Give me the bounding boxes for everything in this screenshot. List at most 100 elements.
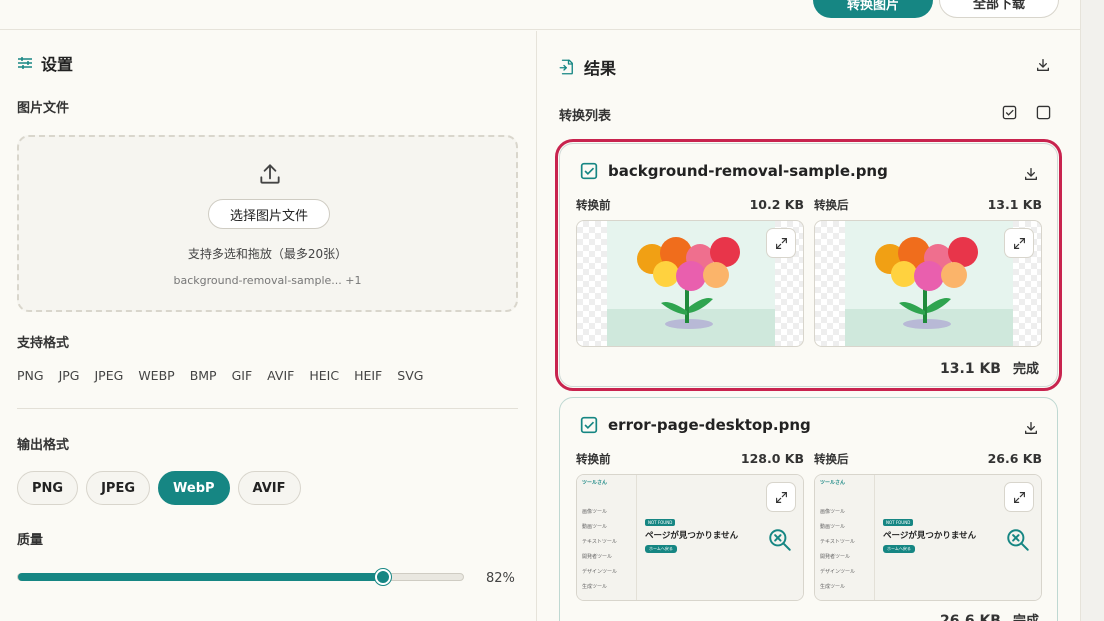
preview-home-button: ホームへ戻る: [883, 545, 915, 553]
format-option-webp[interactable]: WebP: [158, 471, 230, 505]
quality-slider[interactable]: [17, 569, 464, 585]
preview-sidebar: ツールさん 画像ツール 動画ツール テキストツール 開発者ツール デザインツール…: [577, 475, 637, 600]
before-header: 转换前 128.0 KB: [576, 451, 804, 467]
expand-button[interactable]: [766, 482, 796, 512]
settings-panel: 设置 图片文件 选择图片文件 支持多选和拖放（最多20张） background…: [0, 31, 537, 621]
settings-title: 设置: [17, 51, 73, 75]
expand-icon: [775, 237, 787, 249]
not-found-search-icon: [1007, 529, 1029, 551]
after-label: 转换后: [814, 198, 849, 212]
selected-files-text: background-removal-sample... +1: [173, 274, 362, 287]
quality-label: 质量: [17, 533, 44, 548]
download-icon[interactable]: [1023, 420, 1039, 436]
after-header: 转换后 13.1 KB: [814, 197, 1042, 213]
result-card[interactable]: error-page-desktop.png 转换前 128.0 KB 转换后 …: [559, 397, 1058, 621]
preview-tag: NOT FOUND: [883, 519, 914, 526]
settings-title-text: 设置: [41, 55, 74, 74]
checked-checkbox-icon[interactable]: [580, 416, 598, 434]
divider: [17, 408, 518, 409]
card-title: error-page-desktop.png: [580, 416, 811, 434]
card-filename: background-removal-sample.png: [608, 162, 888, 180]
card-filename: error-page-desktop.png: [608, 416, 811, 434]
format-option-png[interactable]: PNG: [17, 471, 79, 505]
file-section-label: 图片文件: [17, 101, 70, 116]
format-item: HEIC: [309, 368, 340, 383]
format-item: SVG: [397, 368, 424, 383]
checked-checkbox-icon[interactable]: [580, 162, 598, 180]
preview-nav-item: 生成ツール: [582, 584, 608, 590]
results-title-text: 结果: [584, 59, 617, 78]
file-convert-icon: [559, 59, 573, 75]
card-title: background-removal-sample.png: [580, 162, 888, 180]
choose-files-button[interactable]: 选择图片文件: [208, 199, 330, 229]
result-card[interactable]: background-removal-sample.png 转换前 10.2 K…: [555, 139, 1062, 391]
preview-brand: ツールさん: [582, 480, 608, 486]
quality-slider-fill: [18, 573, 383, 581]
dropzone-hint: 支持多选和拖放（最多20张）: [187, 247, 348, 261]
preview-nav-item: デザインツール: [820, 569, 856, 575]
format-item: JPG: [58, 368, 80, 383]
quality-value: 82%: [486, 571, 515, 586]
format-option-avif[interactable]: AVIF: [237, 471, 301, 505]
before-label: 转换前: [576, 452, 611, 466]
after-label: 转换后: [814, 452, 849, 466]
after-size: 13.1 KB: [987, 197, 1042, 212]
results-panel: 结果 转换列表 background-removal-sample.png 转换…: [538, 31, 1080, 621]
after-header: 转换后 26.6 KB: [814, 451, 1042, 467]
results-title: 结果: [558, 55, 616, 79]
card-footer: 26.6 KB 完成: [940, 610, 1039, 621]
after-preview-image[interactable]: ツールさん 画像ツール 動画ツール テキストツール 開発者ツール デザインツール…: [814, 474, 1042, 601]
after-size: 26.6 KB: [987, 451, 1042, 466]
preview-nav-item: デザインツール: [582, 569, 618, 575]
card-footer: 13.1 KB 完成: [940, 358, 1039, 377]
result-size: 26.6 KB: [940, 613, 1001, 621]
before-label: 转换前: [576, 198, 611, 212]
expand-icon: [1013, 237, 1025, 249]
preview-sidebar: ツールさん 画像ツール 動画ツール テキストツール 開発者ツール デザインツール…: [815, 475, 875, 600]
preview-nav-item: 動画ツール: [582, 524, 608, 530]
preview-home-button: ホームへ戻る: [645, 545, 677, 553]
supported-formats-label: 支持格式: [17, 336, 70, 351]
conversion-list-label: 转换列表: [559, 109, 612, 124]
result-size: 13.1 KB: [940, 361, 1001, 377]
supported-formats-list: PNG JPG JPEG WEBP BMP GIF AVIF HEIC HEIF…: [17, 368, 438, 383]
top-toolbar: 转换图片 全部下载: [0, 0, 1080, 30]
format-item: PNG: [17, 368, 44, 383]
output-format-options: PNG JPEG WebP AVIF: [17, 471, 301, 505]
after-preview-image[interactable]: [814, 220, 1042, 347]
preview-brand: ツールさん: [820, 480, 846, 486]
expand-button[interactable]: [1004, 482, 1034, 512]
preview-nav-item: 画像ツール: [820, 509, 846, 515]
convert-button[interactable]: 转换图片: [813, 0, 933, 18]
before-size: 10.2 KB: [749, 197, 804, 212]
preview-nav-item: 開発者ツール: [820, 554, 851, 560]
preview-nav-item: 開発者ツール: [582, 554, 613, 560]
download-all-button[interactable]: 全部下载: [939, 0, 1059, 18]
expand-button[interactable]: [1004, 228, 1034, 258]
expand-button[interactable]: [766, 228, 796, 258]
download-icon[interactable]: [1035, 57, 1051, 73]
format-option-jpeg[interactable]: JPEG: [86, 471, 150, 505]
preview-tag: NOT FOUND: [645, 519, 676, 526]
upload-icon: [260, 164, 280, 184]
format-item: WEBP: [138, 368, 175, 383]
format-item: AVIF: [267, 368, 295, 383]
before-size: 128.0 KB: [740, 451, 804, 466]
output-format-label: 输出格式: [17, 438, 70, 453]
format-item: BMP: [189, 368, 217, 383]
format-item: JPEG: [94, 368, 124, 383]
preview-nav-item: 動画ツール: [820, 524, 846, 530]
download-icon[interactable]: [1023, 166, 1039, 182]
select-all-checkbox-icon[interactable]: [1002, 105, 1017, 120]
format-item: HEIF: [354, 368, 383, 383]
quality-slider-thumb[interactable]: [374, 569, 391, 585]
preview-nav-item: 生成ツール: [820, 584, 846, 590]
before-preview-image[interactable]: [576, 220, 804, 347]
file-dropzone[interactable]: 选择图片文件 支持多选和拖放（最多20张） background-removal…: [17, 135, 518, 312]
page-scrollbar[interactable]: [1080, 0, 1104, 621]
deselect-all-checkbox-icon[interactable]: [1036, 105, 1051, 120]
format-item: GIF: [231, 368, 253, 383]
status-text: 完成: [1012, 362, 1039, 377]
preview-nav-item: テキストツール: [582, 539, 617, 545]
before-preview-image[interactable]: ツールさん 画像ツール 動画ツール テキストツール 開発者ツール デザインツール…: [576, 474, 804, 601]
